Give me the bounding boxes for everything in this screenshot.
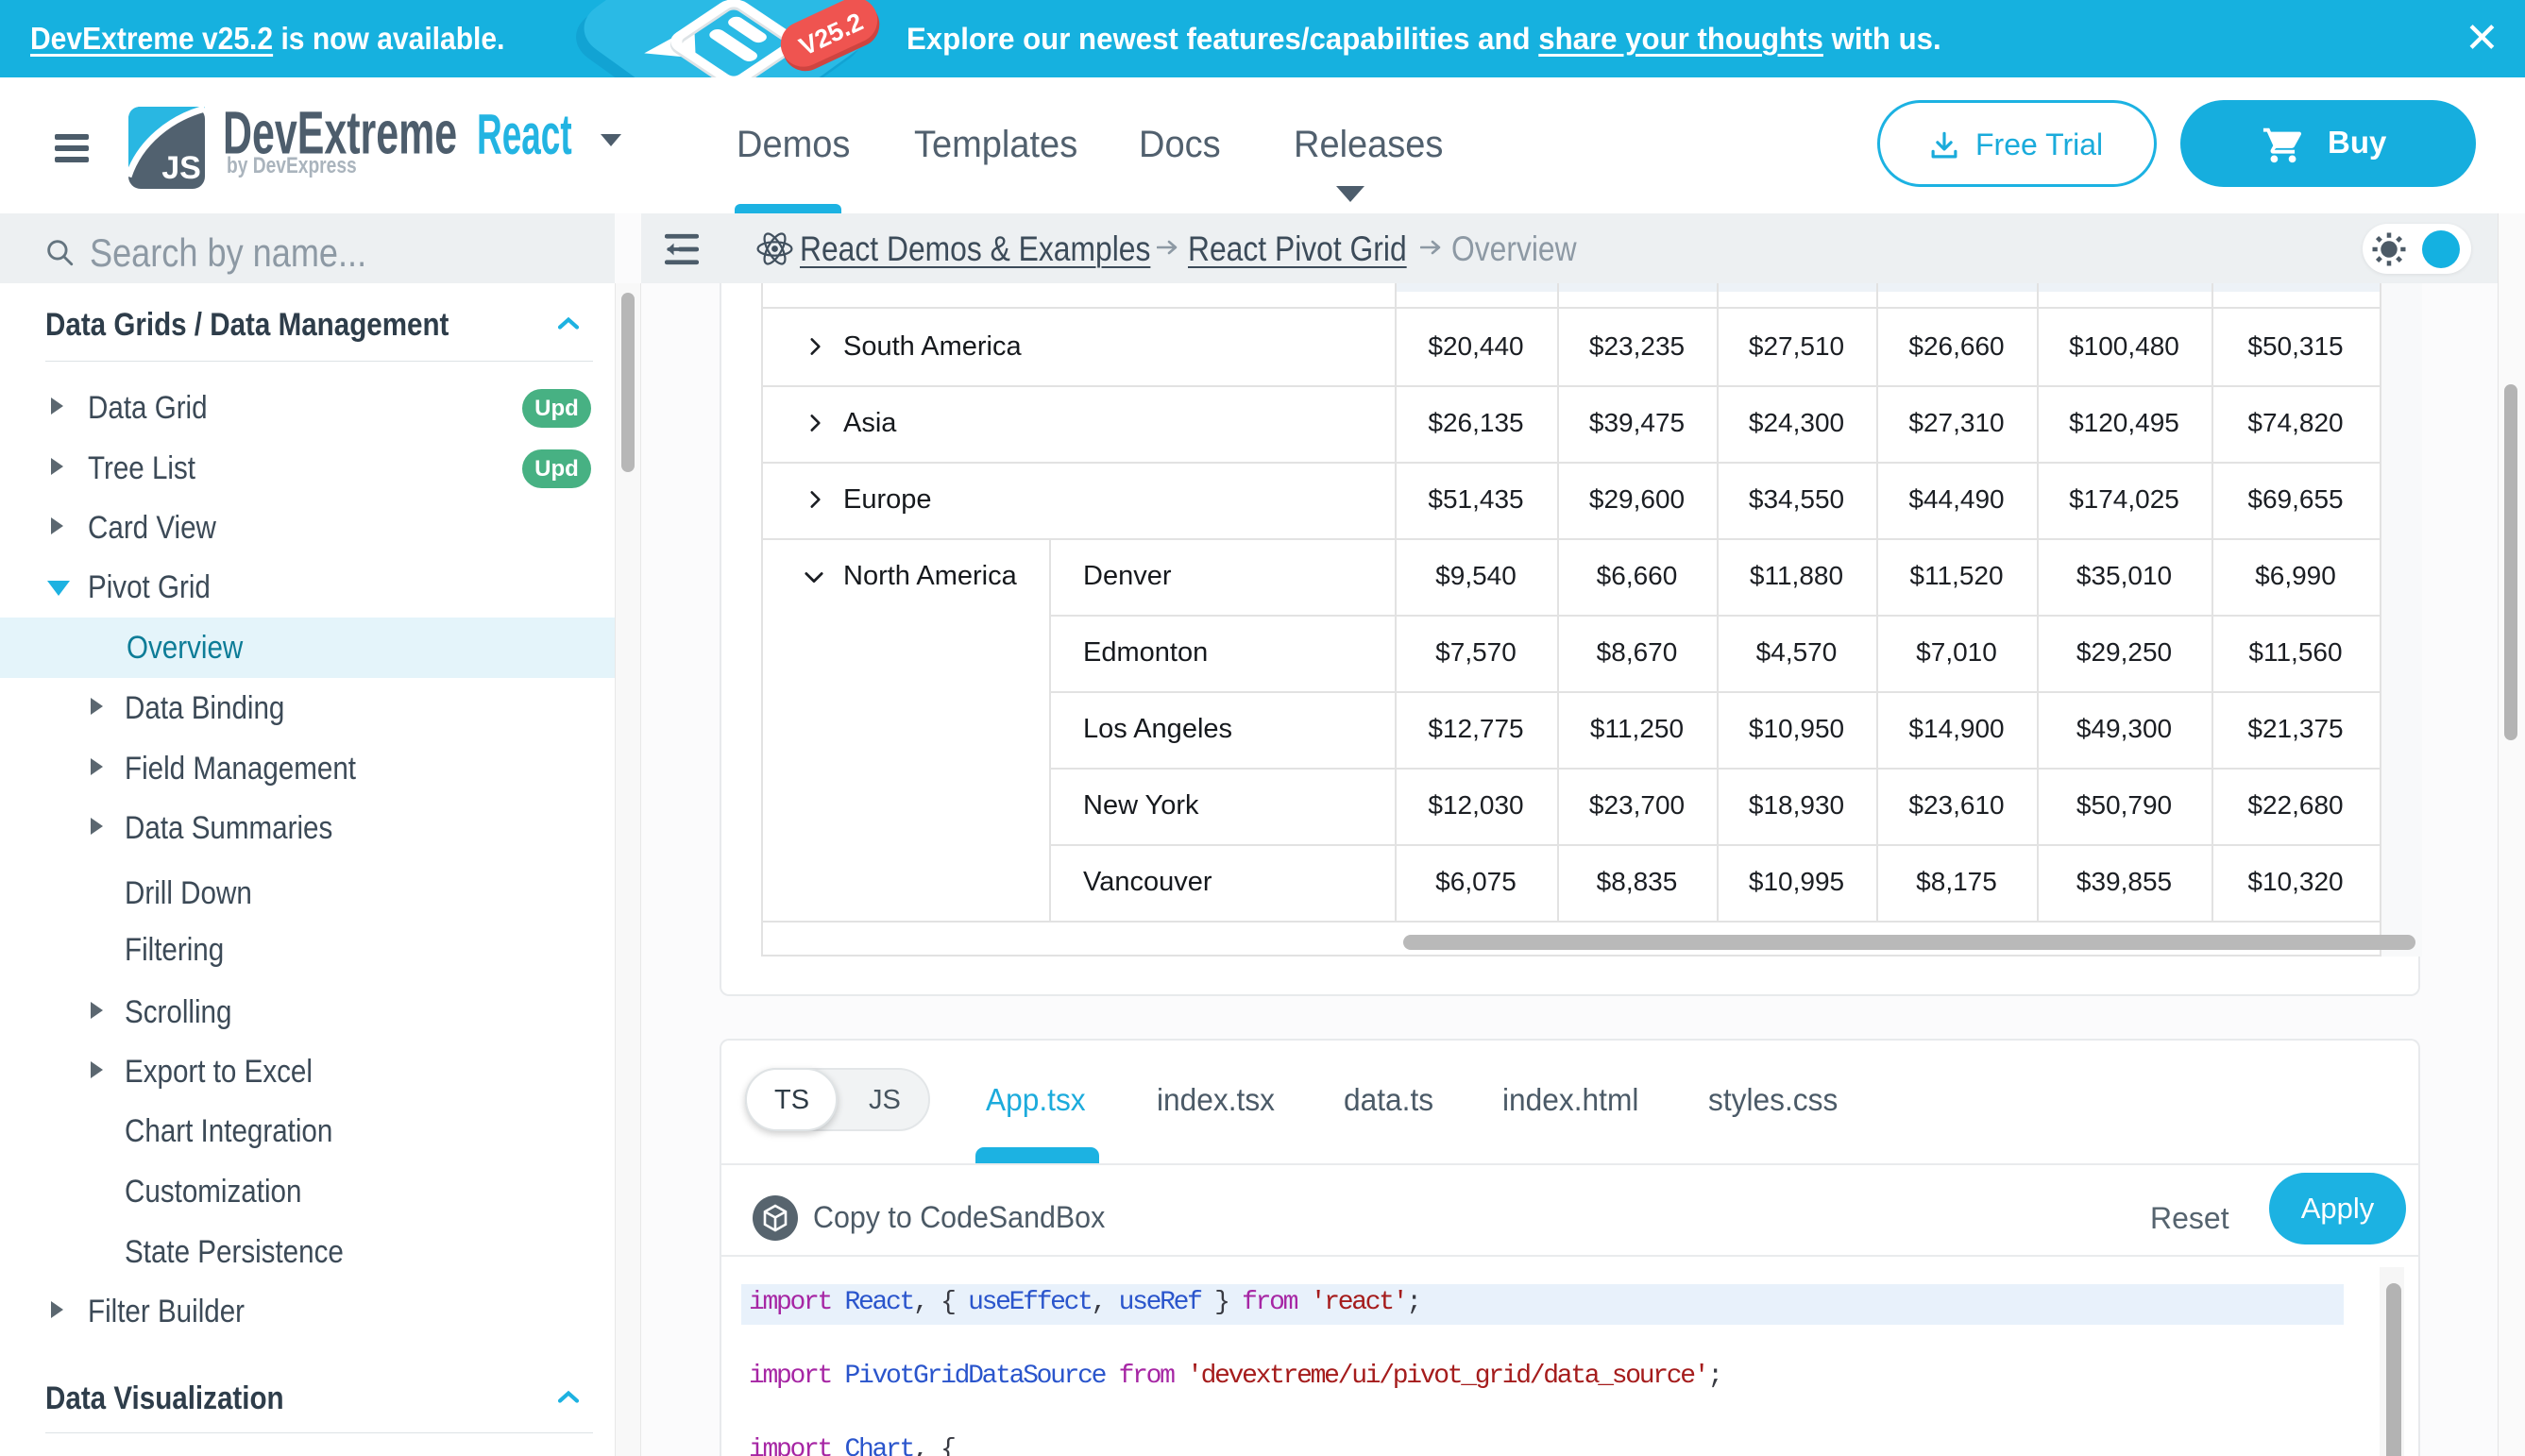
svg-text:JS: JS [161, 150, 201, 186]
